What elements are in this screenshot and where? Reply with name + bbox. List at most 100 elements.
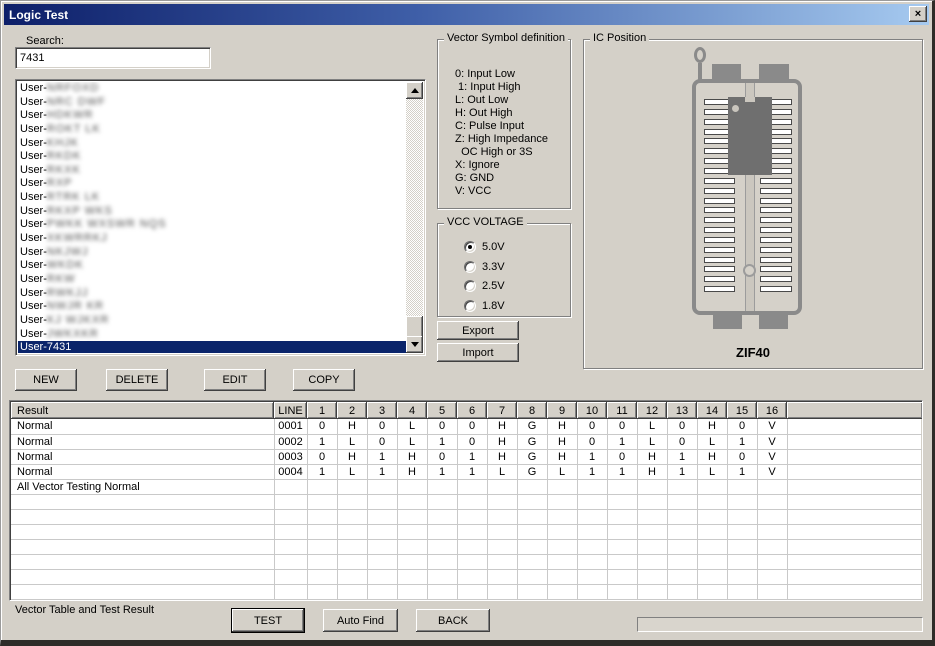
list-item[interactable]: User-NRFOXD bbox=[18, 82, 406, 96]
cell-pin: 0 bbox=[667, 419, 697, 434]
column-header-pin[interactable]: 15 bbox=[727, 402, 757, 419]
cell-pin bbox=[307, 509, 337, 524]
vcc-option-2.5V[interactable]: 2.5V bbox=[464, 279, 505, 293]
device-list-scrollbar[interactable] bbox=[406, 82, 423, 353]
socket-pin-slot bbox=[760, 198, 792, 204]
vector-row[interactable]: Normal00010H0L00HGH00L0H0V bbox=[11, 419, 923, 434]
column-header-pin[interactable]: 6 bbox=[457, 402, 487, 419]
list-item[interactable]: User-RKDK bbox=[18, 150, 406, 164]
list-item[interactable]: User-XKWRRKJ bbox=[18, 232, 406, 246]
device-list[interactable]: User-NRFOXDUser-NRC DWFUser-HDKWRUser-RO… bbox=[15, 79, 426, 356]
list-item[interactable]: User-NRC DWF bbox=[18, 96, 406, 110]
list-item[interactable]: User-KHJK bbox=[18, 137, 406, 151]
column-header-pin[interactable]: 4 bbox=[397, 402, 427, 419]
cell-pin bbox=[697, 554, 727, 569]
list-item[interactable]: User-NKJWJ bbox=[18, 246, 406, 260]
vector-row[interactable]: Normal00030H1H01HGH10H1H0V bbox=[11, 449, 923, 464]
list-item[interactable]: User-RKXK bbox=[18, 164, 406, 178]
column-header-pin[interactable]: 2 bbox=[337, 402, 367, 419]
column-header-pin[interactable]: 1 bbox=[307, 402, 337, 419]
cell-result bbox=[11, 539, 274, 554]
export-button[interactable]: Export bbox=[437, 321, 519, 340]
list-item[interactable]: User-RWKJJ bbox=[18, 287, 406, 301]
empty-row[interactable] bbox=[11, 569, 923, 584]
cell-pin: H bbox=[637, 464, 667, 479]
column-header-pin[interactable]: 8 bbox=[517, 402, 547, 419]
vector-row[interactable]: Normal00021L0L10HGH01L0L1V bbox=[11, 434, 923, 449]
copy-button[interactable]: COPY bbox=[293, 369, 355, 391]
column-header-pin[interactable]: 16 bbox=[757, 402, 787, 419]
cell-pin: V bbox=[757, 419, 787, 434]
cell-pin bbox=[727, 569, 757, 584]
vector-symbol-line: X: Ignore bbox=[455, 159, 548, 172]
socket-pin-slot bbox=[704, 188, 735, 194]
list-item[interactable]: User-HDKWR bbox=[18, 109, 406, 123]
column-header-pin[interactable]: 5 bbox=[427, 402, 457, 419]
cell-pin bbox=[637, 569, 667, 584]
new-button[interactable]: NEW bbox=[15, 369, 77, 391]
edit-button[interactable]: EDIT bbox=[204, 369, 266, 391]
vcc-option-1.8V[interactable]: 1.8V bbox=[464, 299, 505, 313]
scroll-up-button[interactable] bbox=[406, 82, 423, 99]
auto-find-button[interactable]: Auto Find bbox=[323, 609, 398, 632]
arrow-down-icon bbox=[411, 342, 419, 347]
empty-row[interactable] bbox=[11, 494, 923, 509]
column-header-pin[interactable]: 3 bbox=[367, 402, 397, 419]
column-header-result[interactable]: Result bbox=[11, 402, 274, 419]
list-item[interactable]: User-WKDK bbox=[18, 259, 406, 273]
column-header-pin[interactable]: 13 bbox=[667, 402, 697, 419]
vector-row[interactable]: Normal00041L1H11LGL11H1L1V bbox=[11, 464, 923, 479]
cell-line: 0004 bbox=[274, 464, 307, 479]
list-item-prefix: User- bbox=[20, 150, 47, 162]
cell-pin: V bbox=[757, 449, 787, 464]
scroll-down-button[interactable] bbox=[406, 336, 423, 353]
summary-row[interactable]: All Vector Testing Normal bbox=[11, 479, 923, 494]
cell-pin: H bbox=[487, 434, 517, 449]
list-item-prefix: User- bbox=[20, 328, 47, 340]
vcc-option-label: 3.3V bbox=[482, 261, 505, 273]
test-button[interactable]: TEST bbox=[231, 608, 305, 633]
list-item[interactable]: User-RKW bbox=[18, 273, 406, 287]
column-header-pin[interactable]: 7 bbox=[487, 402, 517, 419]
cell-pin: 1 bbox=[577, 464, 607, 479]
cell-pin bbox=[637, 524, 667, 539]
column-header-pin[interactable]: 12 bbox=[637, 402, 667, 419]
import-button[interactable]: Import bbox=[437, 343, 519, 362]
list-item[interactable]: User-NWJR KR bbox=[18, 300, 406, 314]
list-item[interactable]: User-PWKK WXSWR NQS bbox=[18, 218, 406, 232]
empty-row[interactable] bbox=[11, 509, 923, 524]
column-header-pin[interactable]: 14 bbox=[697, 402, 727, 419]
column-header-pin[interactable]: 9 bbox=[547, 402, 577, 419]
list-item[interactable]: User-ROKT LK bbox=[18, 123, 406, 137]
column-header-pin[interactable]: 11 bbox=[607, 402, 637, 419]
vcc-option-5.0V[interactable]: 5.0V bbox=[464, 240, 505, 254]
list-item[interactable]: User-KJ WJKXR bbox=[18, 314, 406, 328]
scroll-thumb[interactable] bbox=[406, 316, 423, 338]
list-item[interactable]: User-RKXP WKS bbox=[18, 205, 406, 219]
vcc-option-3.3V[interactable]: 3.3V bbox=[464, 260, 505, 274]
delete-button[interactable]: DELETE bbox=[106, 369, 168, 391]
socket-lever-stem bbox=[698, 63, 702, 80]
column-header-pin[interactable]: 10 bbox=[577, 402, 607, 419]
list-item[interactable]: User-RXP bbox=[18, 177, 406, 191]
search-input[interactable] bbox=[15, 47, 211, 69]
cell-pin bbox=[457, 494, 487, 509]
logic-test-dialog: Logic Test × Search: User-NRFOXDUser-NRC… bbox=[0, 0, 935, 646]
back-button[interactable]: BACK bbox=[416, 609, 490, 632]
list-item[interactable]: User-JWKXKR bbox=[18, 328, 406, 342]
list-item-selected[interactable]: User-7431 bbox=[18, 341, 406, 353]
cell-pin: H bbox=[697, 449, 727, 464]
empty-row[interactable] bbox=[11, 554, 923, 569]
list-item-masked-text: RKXK bbox=[47, 164, 81, 176]
empty-row[interactable] bbox=[11, 524, 923, 539]
column-header-line[interactable]: LINE bbox=[274, 402, 307, 419]
empty-row[interactable] bbox=[11, 539, 923, 554]
list-item[interactable]: User-RTRK LK bbox=[18, 191, 406, 205]
cell-pin bbox=[517, 524, 547, 539]
vector-symbol-groupbox: Vector Symbol definition 0: Input Low 1:… bbox=[437, 39, 571, 209]
cell-pin: 0 bbox=[607, 449, 637, 464]
empty-row[interactable] bbox=[11, 584, 923, 599]
vcc-voltage-groupbox: VCC VOLTAGE 5.0V3.3V2.5V1.8V bbox=[437, 223, 571, 317]
cell-pin bbox=[487, 554, 517, 569]
close-button[interactable]: × bbox=[909, 6, 927, 22]
